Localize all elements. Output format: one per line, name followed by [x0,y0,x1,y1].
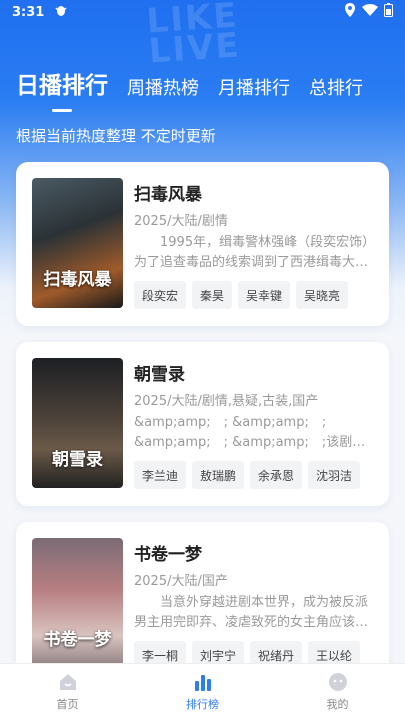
poster-title: 扫毒风暴 [43,270,112,290]
nav-home-label: 首页 [56,698,79,711]
chart-icon [193,672,213,692]
nav-home[interactable]: 首页 [28,672,108,712]
home-icon [58,672,78,692]
tab-daily[interactable]: 日播排行 [16,66,108,112]
list-item[interactable]: 书卷一梦 书卷一梦 2025/大陆/国产 当意外穿越进剧本世界，成为被反派男主用… [16,522,389,686]
cast-tag[interactable]: 吴幸键 [238,281,291,309]
item-meta: 2025/大陆/剧情,悬疑,古装,国产 [134,394,319,409]
item-description: 当意外穿越进剧本世界，成为被反派男主用完即弃、凌虐致死的女主角应该怎么办 [134,595,369,630]
nav-ranking[interactable]: 排行榜 [163,672,243,712]
poster-title: 朝雪录 [52,450,103,470]
battery-icon [384,3,393,21]
nav-ranking-label: 排行榜 [186,698,219,711]
cast-tags: 李兰迪 敖瑞鹏 余承恩 沈羽洁 [134,461,375,489]
tab-weekly[interactable]: 周播热榜 [127,74,199,100]
cast-tag[interactable]: 余承恩 [250,461,303,489]
cast-tag[interactable]: 吴晓亮 [296,281,349,309]
wifi-icon [362,4,378,20]
ranking-subtitle: 根据当前热度整理 不定时更新 [16,127,216,145]
nav-profile-label: 我的 [326,698,349,711]
cast-tag[interactable]: 段奕宏 [134,281,187,309]
bug-icon [54,3,68,21]
tab-total[interactable]: 总排行 [309,74,363,100]
cast-tag[interactable]: 沈羽洁 [308,461,361,489]
status-time: 3:31 [12,4,45,20]
cast-tag[interactable]: 秦昊 [192,281,233,309]
item-title[interactable]: 扫毒风暴 [134,180,375,206]
nav-profile[interactable]: 我的 [298,672,378,712]
item-description: 1995年，缉毒警林强峰（段奕宏饰）为了追查毒品的线索调到了西港缉毒大队…… [134,235,369,270]
list-item[interactable]: 朝雪录 朝雪录 2025/大陆/剧情,悬疑,古装,国产 &amp;amp; ; … [16,342,389,506]
item-description: &amp;amp; ; &amp;amp; ; &amp;amp; ; &amp… [134,415,366,450]
item-title[interactable]: 书卷一梦 [134,540,375,566]
item-title[interactable]: 朝雪录 [134,360,375,386]
list-item[interactable]: 扫毒风暴 扫毒风暴 2025/大陆/剧情 1995年，缉毒警林强峰（段奕宏饰）为… [16,162,389,326]
profile-icon [328,672,348,692]
cast-tag[interactable]: 敖瑞鹏 [192,461,245,489]
poster-image[interactable]: 朝雪录 [32,358,123,488]
poster-image[interactable]: 扫毒风暴 [32,178,123,308]
ranking-tabs: 日播排行 周播热榜 月播排行 总排行 [16,60,405,112]
cast-tags: 段奕宏 秦昊 吴幸键 吴晓亮 [134,281,375,309]
bottom-navigation: 首页 排行榜 我的 [0,663,405,720]
tab-monthly[interactable]: 月播排行 [218,74,290,100]
poster-title: 书卷一梦 [43,630,112,650]
item-meta: 2025/大陆/国产 [134,574,228,589]
status-bar: 3:31 [0,0,405,24]
item-meta: 2025/大陆/剧情 [134,214,228,229]
cast-tag[interactable]: 李兰迪 [134,461,187,489]
poster-image[interactable]: 书卷一梦 [32,538,123,668]
ranking-list: 扫毒风暴 扫毒风暴 2025/大陆/剧情 1995年，缉毒警林强峰（段奕宏饰）为… [16,162,389,702]
location-icon [344,3,356,21]
